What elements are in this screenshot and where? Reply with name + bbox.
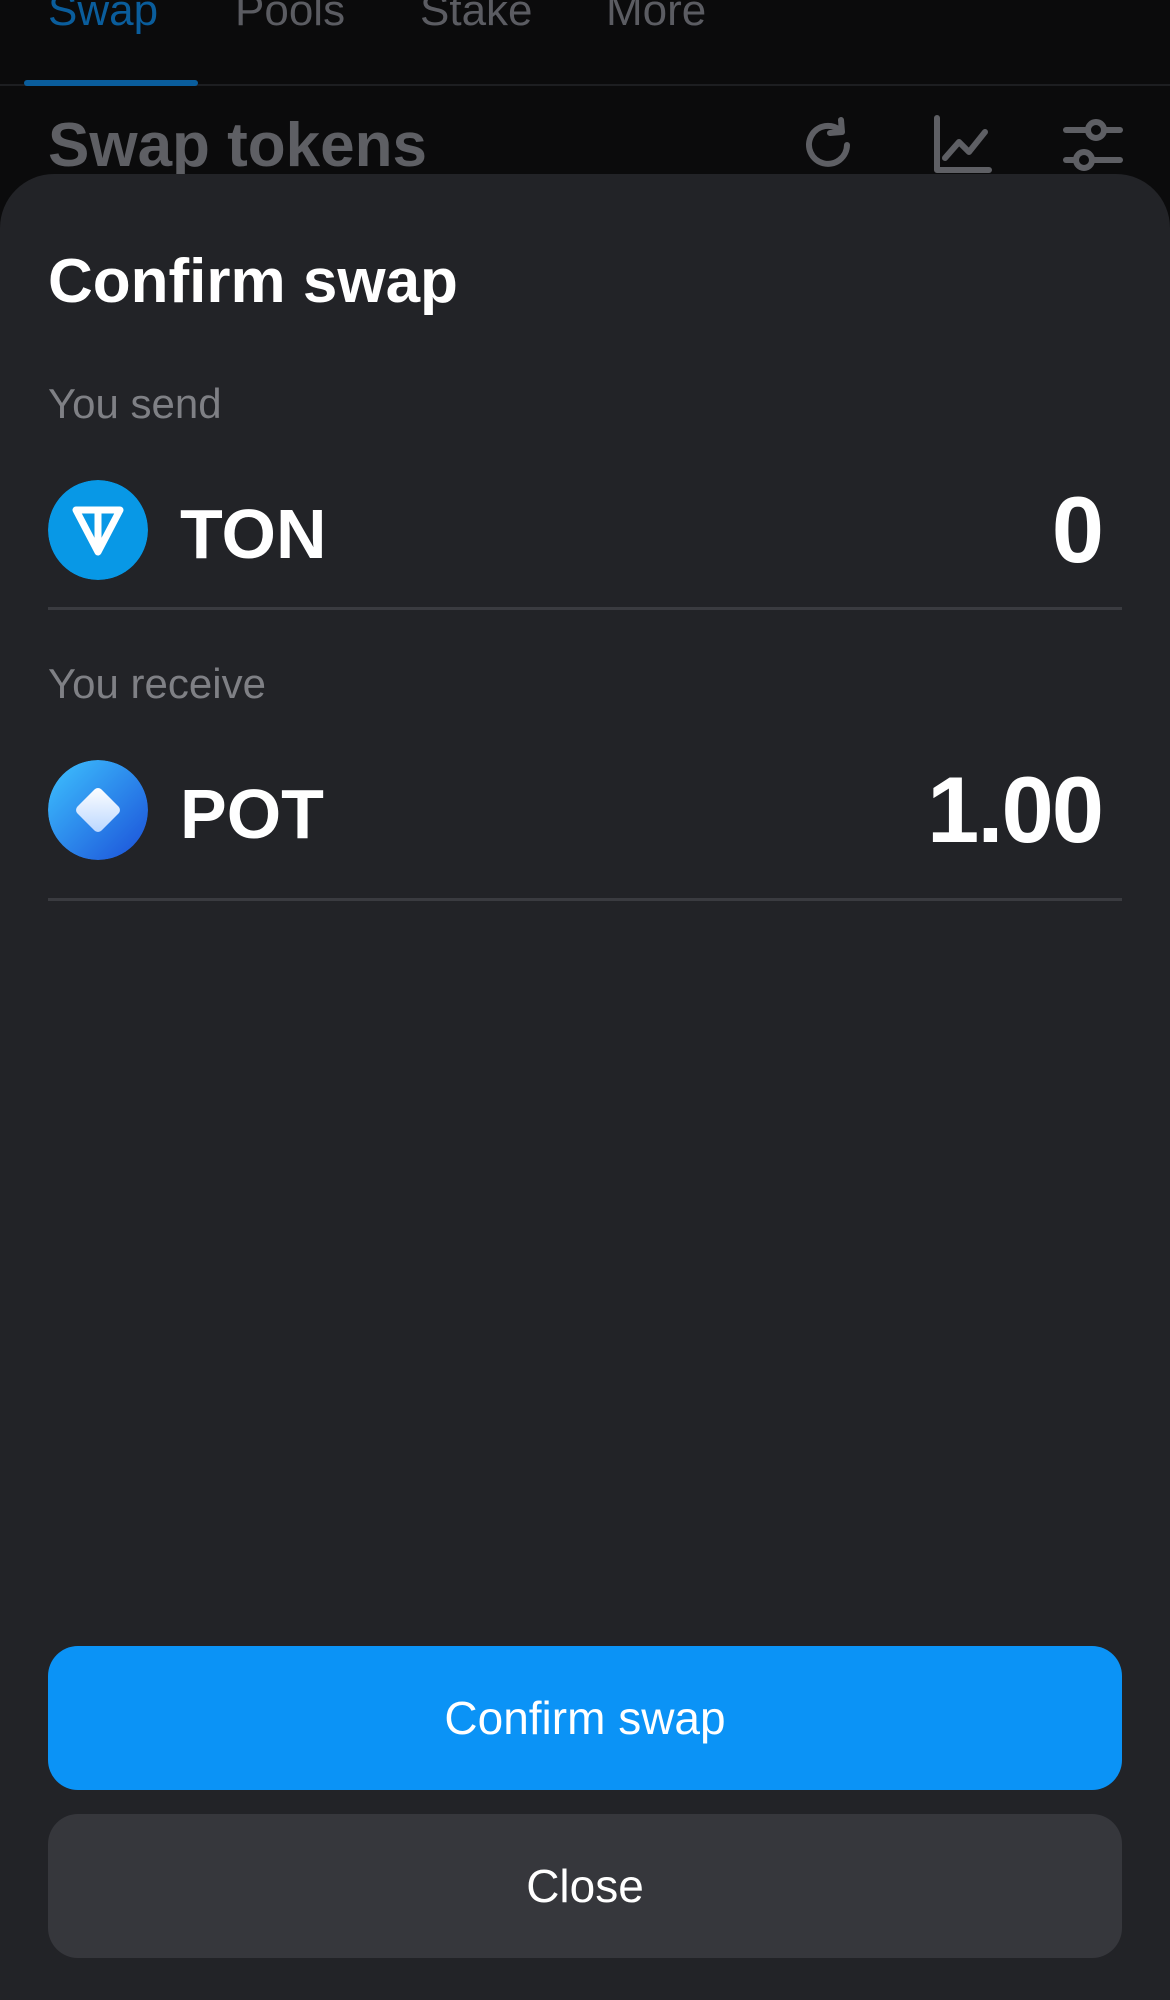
tab-stake[interactable]: Stake xyxy=(420,0,533,36)
send-label: You send xyxy=(48,380,222,427)
receive-divider xyxy=(48,898,1122,901)
receive-label: You receive xyxy=(48,660,266,707)
confirm-swap-button[interactable]: Confirm swap xyxy=(48,1646,1122,1790)
chart-icon[interactable] xyxy=(931,114,993,176)
receive-token-row: POT 1.00 xyxy=(48,757,1122,862)
tab-swap[interactable]: Swap xyxy=(48,0,158,36)
receive-amount: 1.00 xyxy=(927,757,1104,862)
ton-token-icon xyxy=(48,480,148,580)
send-token-symbol: TON xyxy=(180,495,327,573)
confirm-swap-sheet: Confirm swap You send TON 0 You receive xyxy=(0,174,1170,2000)
refresh-icon[interactable] xyxy=(797,114,859,176)
pot-token-icon xyxy=(48,760,148,860)
page-title: Swap tokens xyxy=(48,111,427,180)
active-tab-indicator xyxy=(24,80,198,86)
send-divider xyxy=(48,607,1122,610)
receive-token-symbol: POT xyxy=(180,775,324,853)
send-amount: 0 xyxy=(1051,477,1104,582)
top-tab-bar: Swap Pools Stake More xyxy=(0,0,1170,86)
close-button[interactable]: Close xyxy=(48,1814,1122,1958)
send-token-row: TON 0 xyxy=(48,477,1122,582)
tab-more[interactable]: More xyxy=(606,0,706,36)
settings-sliders-icon[interactable] xyxy=(1062,114,1124,176)
tab-pools[interactable]: Pools xyxy=(235,0,345,36)
sheet-title: Confirm swap xyxy=(48,247,458,316)
